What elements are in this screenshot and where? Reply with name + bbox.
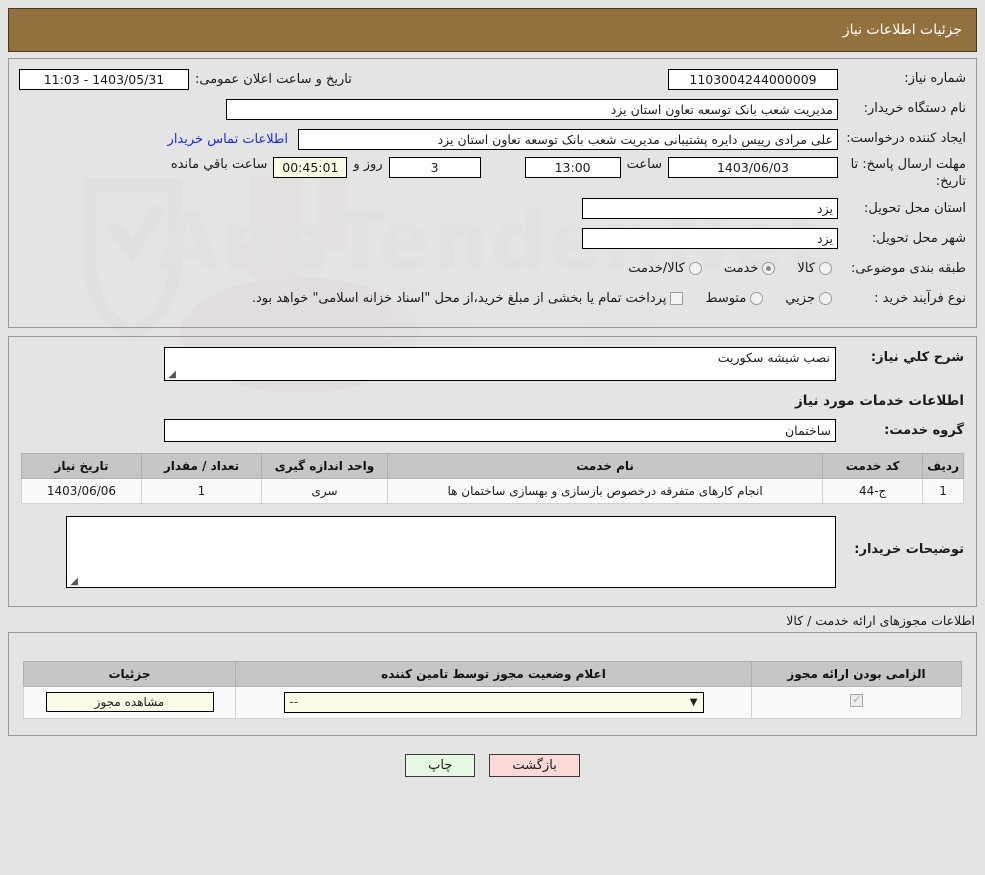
permits-section-note: اطلاعات مجوزهای ارائه خدمت / کالا — [786, 612, 975, 628]
col-name: نام خدمت — [386, 452, 824, 479]
radio-category-khedmat[interactable] — [762, 262, 776, 276]
announce-label: تاریخ و ساعت اعلان عمومی: — [195, 71, 352, 87]
buyer-notes-textarea[interactable]: ◢ — [66, 515, 836, 588]
province-field[interactable]: یزد — [582, 198, 838, 220]
chevron-down-icon: ▼ — [689, 696, 698, 708]
service-group-field[interactable]: ساختمان — [164, 419, 836, 443]
footer-buttons: بازگشت چاپ — [0, 753, 985, 777]
radio-process-jozi[interactable] — [819, 292, 832, 306]
service-group-label: گروه خدمت: — [884, 422, 964, 438]
row-process-type: نوع فرآیند خرید : جزیي متوسط پرداخت تمام… — [19, 287, 966, 311]
permits-table: الزامی بودن ارائه مجوز اعلام وضعیت مجوز … — [23, 660, 962, 719]
city-field[interactable]: یزد — [582, 228, 838, 250]
col-unit: واحد اندازه گیری — [261, 452, 388, 479]
col-permit-details: جزئیات — [23, 660, 236, 687]
table-row: 1 ج-44 انجام کارهای متفرقه درخصوص بازساز… — [21, 477, 964, 504]
buyer-notes-label: توضیحات خریدار: — [854, 541, 964, 557]
creator-field[interactable]: علی مرادی رییس دایره پشتیبانی مدیریت شعب… — [298, 128, 838, 150]
row-need-number: شماره نیاز: 1103004244000009 تاریخ و ساع… — [19, 67, 966, 91]
city-label: شهر محل تحویل: — [871, 230, 966, 246]
back-button[interactable]: بازگشت — [489, 753, 580, 777]
resize-grip-icon: ◢ — [70, 575, 78, 587]
col-permit-required: الزامی بودن ارائه مجوز — [751, 660, 962, 687]
permits-panel: الزامی بودن ارائه مجوز اعلام وضعیت مجوز … — [8, 631, 977, 736]
cell-name: انجام کارهای متفرقه درخصوص بازسازی و بهس… — [386, 477, 824, 504]
row-deadline: مهلت ارسال پاسخ: تا تاریخ: 1403/06/03 سا… — [19, 157, 966, 191]
remaining-days-field[interactable]: 3 — [388, 157, 481, 178]
hour-label: ساعت — [626, 157, 662, 172]
permit-required-checkbox — [850, 692, 863, 708]
col-code: کد خدمت — [822, 452, 924, 479]
days-label: روز و — [353, 157, 383, 172]
col-date: تاریخ نیاز — [21, 452, 142, 479]
row-buyer-org: نام دستگاه خریدار: مدیریت شعب بانک توسعه… — [19, 97, 966, 121]
need-info-panel: شماره نیاز: 1103004244000009 تاریخ و ساع… — [8, 58, 977, 328]
deadline-hour-field[interactable]: 13:00 — [524, 157, 621, 178]
view-permit-button[interactable]: مشاهده مجوز — [45, 692, 214, 713]
cell-permit-details: مشاهده مجوز — [23, 685, 236, 719]
page-title-bar: جزئیات اطلاعات نیاز — [8, 8, 977, 52]
print-button[interactable]: چاپ — [405, 753, 476, 777]
page-title: جزئیات اطلاعات نیاز — [842, 22, 962, 38]
deadline-date-field[interactable]: 1403/06/03 — [668, 157, 838, 178]
row-buyer-notes: توضیحات خریدار: ◢ — [21, 515, 964, 588]
creator-label: ایجاد کننده درخواست: — [846, 130, 966, 146]
cell-index: 1 — [922, 477, 964, 504]
process-label: نوع فرآیند خرید : — [874, 290, 966, 306]
radio-category-kala-khedmat[interactable] — [688, 262, 702, 276]
province-label: استان محل تحویل: — [864, 200, 966, 216]
col-index: ردیف — [922, 452, 964, 479]
cell-qty: 1 — [141, 477, 262, 504]
announce-datetime-field[interactable]: 1403/05/31 - 11:03 — [19, 68, 189, 90]
row-city: شهر محل تحویل: یزد — [19, 227, 966, 251]
radio-category-kala[interactable] — [819, 262, 832, 276]
col-qty: تعداد / مقدار — [141, 452, 262, 479]
row-category: طبقه بندی موضوعی: کالا خدمت کالا/خدمت — [19, 257, 966, 281]
general-desc-label: شرح کلي نیاز: — [870, 349, 964, 365]
category-label: طبقه بندی موضوعی: — [850, 260, 966, 276]
radio-category-khedmat-label: خدمت — [723, 261, 759, 277]
cell-unit: سری — [261, 477, 388, 504]
permit-status-value: -- — [289, 694, 299, 709]
general-desc-value: نصب شیشه سکوریت — [717, 349, 830, 365]
services-table: ردیف کد خدمت نام خدمت واحد اندازه گیری ت… — [21, 452, 964, 504]
resize-grip-icon: ◢ — [168, 368, 176, 380]
cell-code: ج-44 — [822, 477, 924, 504]
services-table-header-row: ردیف کد خدمت نام خدمت واحد اندازه گیری ت… — [21, 452, 964, 479]
radio-process-motavaset[interactable] — [750, 292, 764, 306]
cell-date: 1403/06/06 — [21, 477, 142, 504]
row-general-desc: شرح کلي نیاز: نصب شیشه سکوریت ◢ — [21, 346, 964, 381]
radio-category-kala-label: کالا — [797, 261, 815, 277]
radio-process-motavaset-label: متوسط — [705, 291, 747, 307]
treasury-note-label: پرداخت تمام یا بخشی از مبلغ خرید،از محل … — [251, 291, 667, 307]
buyer-contact-link[interactable]: اطلاعات تماس خریدار — [158, 132, 298, 147]
need-number-label: شماره نیاز: — [904, 70, 966, 86]
buyer-org-label: نام دستگاه خریدار: — [863, 100, 966, 116]
general-desc-textarea[interactable]: نصب شیشه سکوریت ◢ — [164, 346, 836, 381]
row-creator: ایجاد کننده درخواست: علی مرادی رییس دایر… — [19, 127, 966, 151]
remaining-label: ساعت باقي مانده — [170, 157, 268, 172]
permits-table-header-row: الزامی بودن ارائه مجوز اعلام وضعیت مجوز … — [23, 660, 962, 687]
services-panel: شرح کلي نیاز: نصب شیشه سکوریت ◢ اطلاعات … — [8, 335, 977, 607]
radio-process-jozi-label: جزیي — [785, 291, 815, 307]
buyer-org-field[interactable]: مدیریت شعب بانک توسعه تعاون استان یزد — [226, 98, 838, 120]
row-province: استان محل تحویل: یزد — [19, 197, 966, 221]
need-number-field[interactable]: 1103004244000009 — [668, 68, 838, 90]
checkbox-treasury-bonds[interactable] — [670, 292, 684, 306]
page-root: AnaTender.Net جزئیات اطلاعات نیاز شماره … — [0, 0, 985, 875]
table-row: ▼ -- مشاهده مجوز — [23, 685, 962, 719]
services-section-title: اطلاعات خدمات مورد نیاز — [794, 392, 964, 409]
deadline-label: مهلت ارسال پاسخ: تا تاریخ: — [850, 157, 966, 189]
remaining-time-field: 00:45:01 — [273, 157, 348, 178]
col-permit-status: اعلام وضعیت مجوز توسط تامین کننده — [235, 660, 752, 687]
cell-permit-status: ▼ -- — [235, 685, 752, 719]
permit-status-select[interactable]: ▼ -- — [283, 691, 704, 713]
cell-permit-required — [751, 685, 962, 719]
radio-category-kala-khedmat-label: کالا/خدمت — [628, 261, 685, 277]
row-service-group: گروه خدمت: ساختمان — [21, 419, 964, 443]
